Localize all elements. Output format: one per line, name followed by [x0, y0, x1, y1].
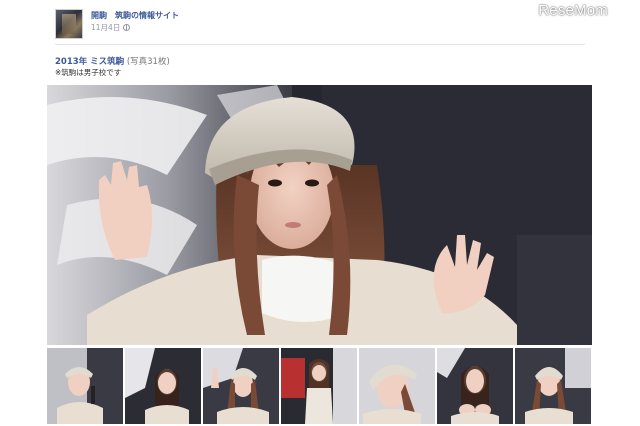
photo-thumbnail-1[interactable] [47, 348, 123, 424]
main-photo[interactable] [47, 85, 592, 345]
post-date[interactable]: 11月4日 [91, 22, 120, 33]
post-header: 開駒 筑駒の情報サイト 11月4日 [55, 9, 585, 39]
thumbnail-image [47, 348, 123, 424]
photo-thumbnail-5[interactable] [359, 348, 435, 424]
photo-thumbnail-4[interactable] [281, 348, 357, 424]
album-note: ※筑駒は男子校です [55, 68, 122, 77]
thumbnail-image [125, 348, 201, 424]
album-title-link[interactable]: 2013年 ミス筑駒 [55, 57, 124, 67]
photo-thumbnail-6[interactable] [437, 348, 513, 424]
album-heading: 2013年 ミス筑駒 (写真31枚) [55, 55, 170, 67]
thumbnail-image [281, 348, 357, 424]
post-meta: 11月4日 [91, 22, 131, 33]
divider [55, 44, 585, 45]
page-name-link[interactable]: 開駒 筑駒の情報サイト [91, 10, 179, 21]
photo-thumbnail-2[interactable] [125, 348, 201, 424]
globe-icon [123, 24, 131, 31]
photo-thumbnail-3[interactable] [203, 348, 279, 424]
photo-count: (写真31枚) [126, 57, 170, 67]
main-photo-image [47, 85, 592, 345]
thumbnail-image [437, 348, 513, 424]
photo-thumbnail-7[interactable] [515, 348, 591, 424]
thumbnail-image [203, 348, 279, 424]
thumbnail-image [515, 348, 591, 424]
page-avatar[interactable] [55, 9, 83, 39]
thumbnail-image [359, 348, 435, 424]
